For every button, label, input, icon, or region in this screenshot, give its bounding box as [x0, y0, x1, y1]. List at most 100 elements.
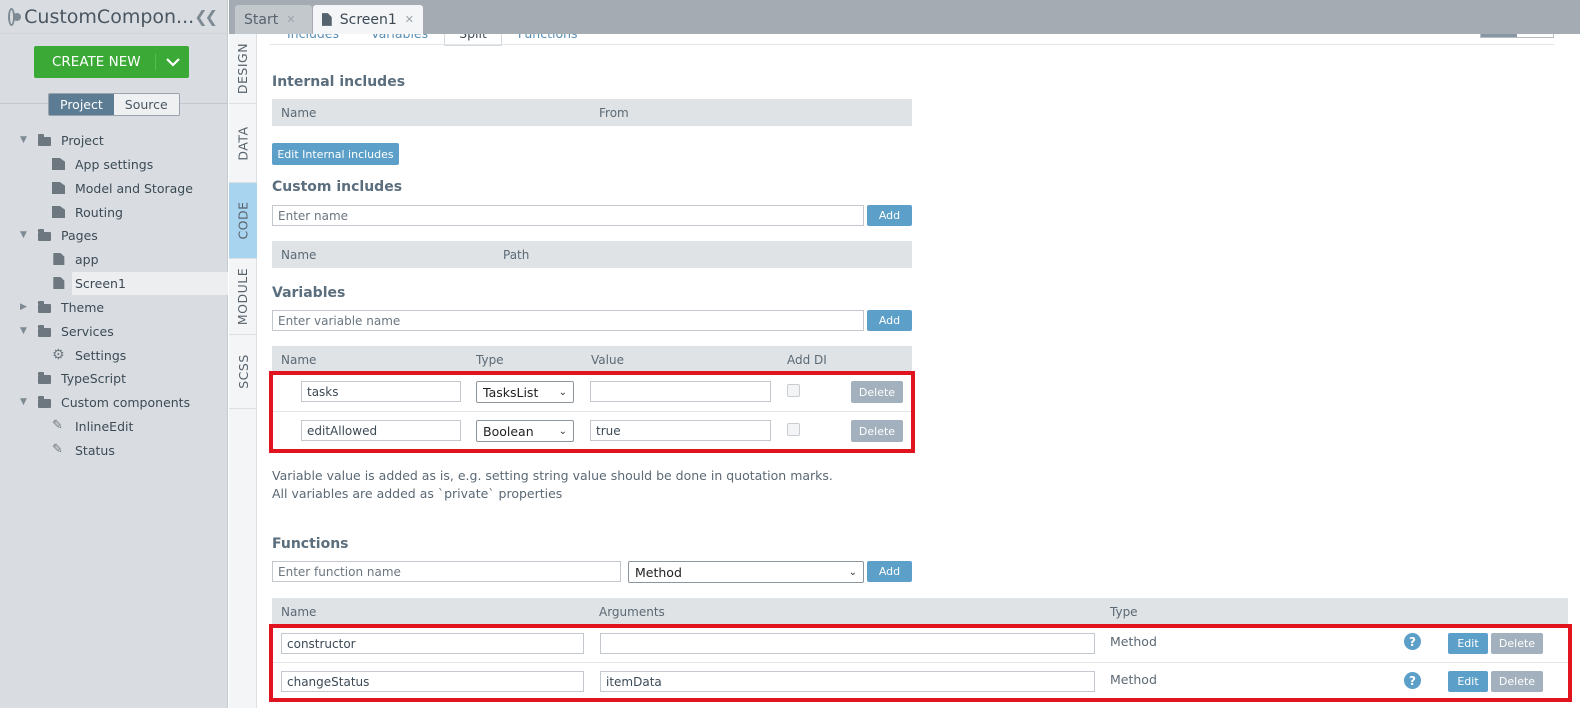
tree-item-theme[interactable]: ▶ Theme	[20, 296, 104, 318]
editor-tab-bar: Start ✕ Screen1 ✕	[229, 0, 1580, 34]
column-header-from: From	[599, 105, 629, 120]
source-toggle-button[interactable]: Source	[113, 94, 179, 115]
gear-icon: ⚙	[52, 347, 65, 363]
page-file-icon	[53, 277, 65, 289]
variables-table-header: Name Type Value Add DI	[272, 346, 912, 373]
expand-arrow-icon[interactable]: ▼	[20, 230, 30, 240]
subtab-underline	[270, 44, 1554, 45]
column-header-type: Type	[1110, 604, 1138, 619]
close-icon[interactable]: ✕	[405, 13, 414, 26]
column-header-name: Name	[281, 352, 317, 367]
chevron-down-icon[interactable]	[155, 54, 189, 70]
tree-item-pages[interactable]: ▼ Pages	[20, 224, 98, 246]
app-logo-icon	[8, 7, 22, 26]
model-file-icon	[52, 182, 65, 194]
highlight-variables-box	[269, 371, 915, 453]
tab-screen1[interactable]: Screen1 ✕	[313, 5, 423, 34]
tree-item-label: Model and Storage	[75, 180, 193, 196]
internal-includes-table-header: Name From	[272, 99, 912, 126]
tab-start[interactable]: Start ✕	[235, 5, 312, 34]
side-tab-design[interactable]: DESIGN	[229, 34, 257, 104]
tree-item-project[interactable]: ▼ Project	[20, 129, 104, 151]
tab-label: Screen1	[339, 11, 397, 28]
app-header: CustomCompon... ❮❮	[0, 0, 227, 34]
column-header-name: Name	[281, 105, 317, 120]
tree-item-status[interactable]: ✎ Status	[52, 439, 115, 461]
folder-icon	[38, 371, 51, 384]
tree-item-label: app	[75, 251, 99, 267]
column-header-path: Path	[503, 247, 530, 262]
side-tab-label: CODE	[235, 201, 251, 240]
create-new-label: CREATE NEW	[52, 54, 141, 70]
code-editor-panel: Includes Variables Split Functions Inter…	[257, 34, 1580, 708]
create-new-button[interactable]: CREATE NEW	[34, 46, 189, 78]
routing-file-icon	[52, 206, 65, 218]
expand-arrow-icon[interactable]: ▶	[20, 302, 30, 312]
tree-item-label: Pages	[61, 227, 98, 243]
view-mode-toggle[interactable]	[1480, 34, 1554, 38]
expand-arrow-icon[interactable]: ▼	[20, 326, 30, 336]
select-value: Method	[635, 564, 682, 580]
tree-item-typescript[interactable]: TypeScript	[38, 367, 126, 389]
column-header-value: Value	[591, 352, 624, 367]
tree-item-label: Project	[61, 132, 104, 148]
close-icon[interactable]: ✕	[286, 13, 295, 26]
project-sidebar: CustomCompon... ❮❮ CREATE NEW Project So…	[0, 0, 228, 708]
internal-includes-title: Internal includes	[272, 74, 406, 90]
tree-item-settings[interactable]: ⚙ Settings	[52, 344, 126, 366]
edit-internal-includes-button[interactable]: Edit Internal includes	[272, 143, 399, 165]
add-custom-include-button[interactable]: Add	[867, 205, 912, 226]
add-variable-button[interactable]: Add	[867, 310, 912, 331]
column-header-arguments: Arguments	[599, 604, 665, 619]
side-tab-code[interactable]: CODE	[229, 183, 257, 259]
column-header-name: Name	[281, 604, 317, 619]
tree-item-custom-components[interactable]: ▼ Custom components	[20, 391, 190, 413]
expand-arrow-icon[interactable]: ▼	[20, 135, 30, 145]
tree-item-label: Screen1	[75, 275, 126, 291]
tree-item-label: Custom components	[61, 394, 191, 410]
side-tab-scss[interactable]: SCSS	[229, 335, 257, 409]
tree-item-app-settings[interactable]: App settings	[52, 153, 153, 175]
variable-name-input[interactable]: Enter variable name	[272, 310, 864, 331]
side-tab-data[interactable]: DATA	[229, 104, 257, 183]
tab-label: Start	[244, 11, 279, 28]
tree-item-label: TypeScript	[61, 370, 126, 386]
tree-item-label: InlineEdit	[75, 418, 134, 434]
side-tab-module[interactable]: MODULE	[229, 259, 257, 335]
tree-item-inlineedit[interactable]: ✎ InlineEdit	[52, 415, 133, 437]
tree-item-app[interactable]: app	[52, 248, 99, 270]
column-header-add-di: Add DI	[787, 352, 827, 367]
column-header-type: Type	[476, 352, 504, 367]
side-tab-label: DESIGN	[235, 42, 251, 95]
tree-item-services[interactable]: ▼ Services	[20, 320, 114, 342]
tree-item-label: Theme	[61, 299, 105, 315]
tree-item-model-and-storage[interactable]: Model and Storage	[52, 177, 193, 199]
collapse-sidebar-icon[interactable]: ❮❮	[194, 7, 218, 26]
side-tab-label: DATA	[235, 125, 251, 161]
project-toggle-button[interactable]: Project	[49, 94, 114, 115]
folder-icon	[38, 324, 51, 337]
view-mode-active	[1481, 34, 1517, 37]
highlight-functions-box	[269, 624, 1572, 702]
function-type-select[interactable]: Method ⌄	[628, 561, 864, 583]
variables-title: Variables	[272, 285, 346, 301]
tree-item-label: Status	[75, 442, 115, 458]
custom-includes-title: Custom includes	[272, 179, 403, 195]
editor-side-tabs: DESIGN DATA CODE MODULE SCSS	[229, 34, 257, 708]
add-function-button[interactable]: Add	[867, 561, 912, 582]
tree-item-screen1[interactable]: Screen1	[52, 272, 126, 294]
pencil-icon: ✎	[52, 442, 63, 457]
project-source-toggle: Project Source	[48, 93, 180, 116]
tree-item-routing[interactable]: Routing	[52, 201, 123, 223]
folder-icon	[38, 228, 51, 241]
folder-icon	[38, 300, 51, 313]
chevron-down-icon: ⌄	[848, 566, 857, 578]
pencil-icon: ✎	[52, 418, 63, 433]
side-tab-label: MODULE	[235, 267, 251, 326]
function-name-input[interactable]: Enter function name	[272, 561, 621, 582]
tree-item-label: Services	[61, 323, 114, 339]
folder-icon	[38, 395, 51, 408]
tree-item-label: App settings	[75, 156, 154, 172]
expand-arrow-icon[interactable]: ▼	[20, 397, 30, 407]
custom-include-name-input[interactable]: Enter name	[272, 205, 864, 226]
